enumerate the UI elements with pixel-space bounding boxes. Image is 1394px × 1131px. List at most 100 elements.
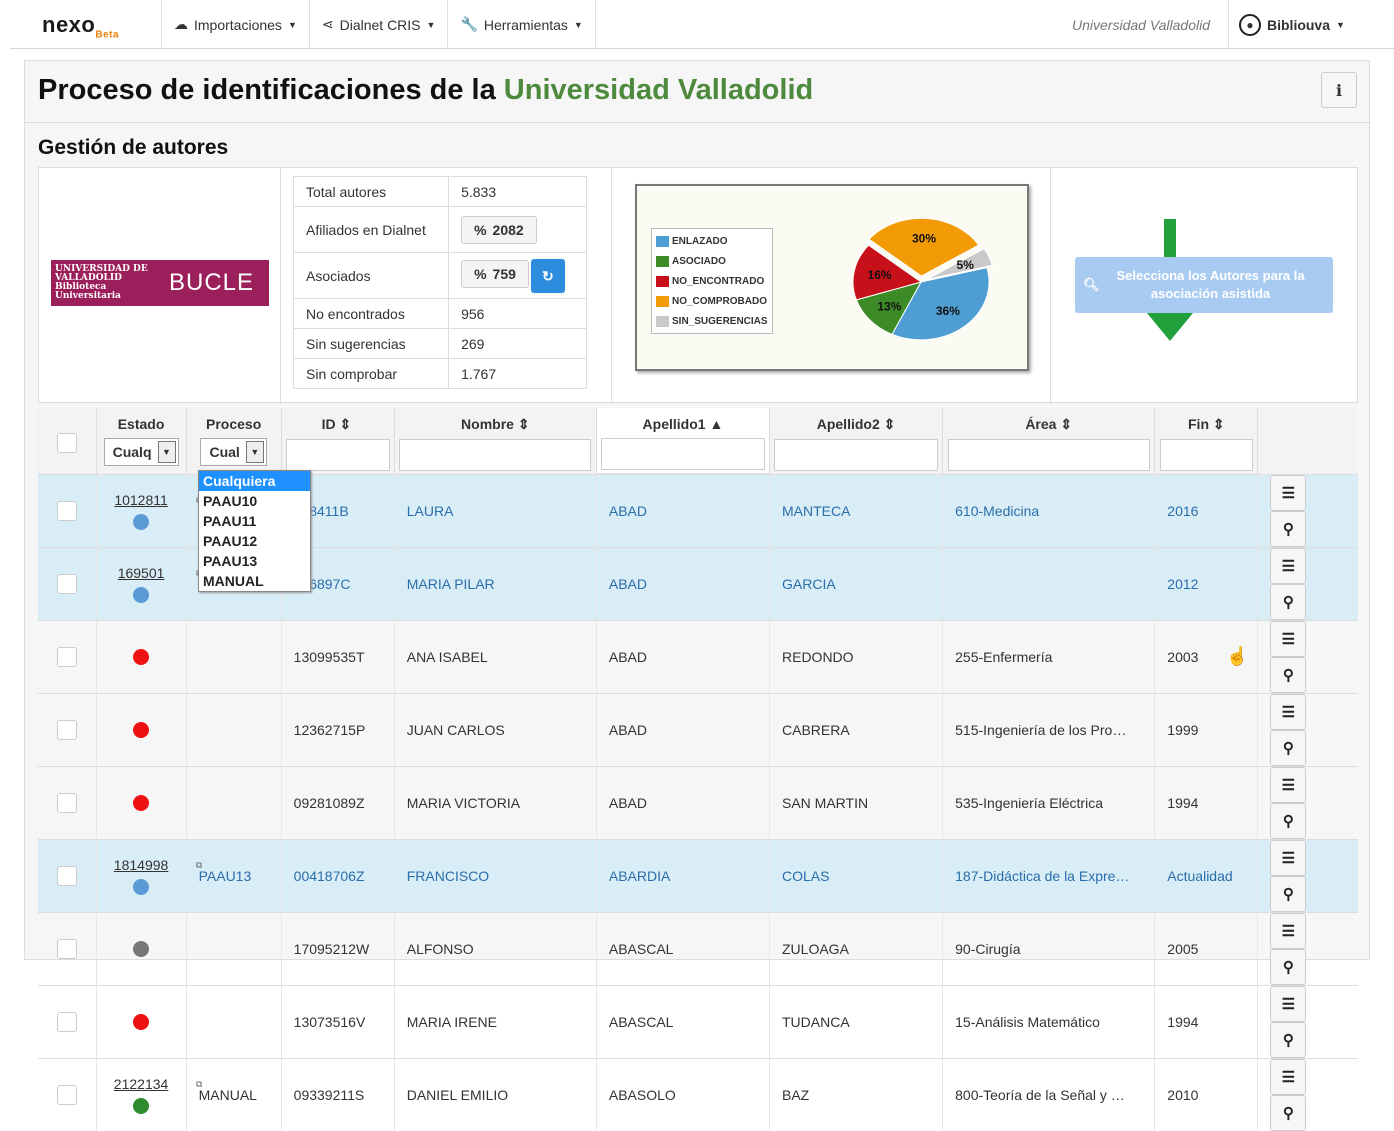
nombre-filter-input[interactable]	[399, 439, 592, 471]
list-icon-button[interactable]: ☰	[1270, 693, 1307, 730]
search-icon-button[interactable]: ⚲	[1270, 583, 1307, 620]
table-row[interactable]: 09281089Z MARIA VICTORIA ABAD SAN MARTIN 535…	[38, 765, 1358, 839]
dropdown-option[interactable]: Cualquiera	[199, 471, 310, 491]
fin-cell: 2010	[1154, 1057, 1258, 1131]
row-checkbox[interactable]	[56, 1011, 77, 1032]
estado-link[interactable]: 2122134	[109, 1076, 174, 1092]
area-cell: 515-Ingeniería de los Pro…	[942, 692, 1155, 766]
nav-herramientas[interactable]: 🔧 Herramientas ▼	[447, 0, 596, 49]
proceso-filter-select[interactable]: Cual ▼	[200, 438, 267, 466]
id-cell: 17095212W	[280, 911, 395, 985]
actions-cell: ☰⚲	[1257, 473, 1358, 547]
search-icon-button[interactable]: ⚲	[1270, 729, 1307, 766]
apellido1-cell: ABAD	[595, 619, 770, 693]
asociados-badge[interactable]: % 759	[461, 260, 529, 289]
select-all-checkbox[interactable]	[56, 433, 77, 453]
nav-importaciones[interactable]: ☁ Importaciones ▼	[161, 0, 309, 49]
proceso-dropdown-list: Cualquiera PAAU10 PAAU11 PAAU12 PAAU13 MANUAL	[198, 470, 311, 592]
dropdown-option[interactable]: MANUAL	[199, 571, 310, 591]
area-cell: 187-Didáctica de la Expre…	[942, 838, 1155, 912]
row-checkbox[interactable]	[56, 865, 77, 886]
search-icon-button[interactable]: ⚲	[1270, 802, 1307, 839]
list-icon-button[interactable]: ☰	[1270, 839, 1307, 876]
estado-link[interactable]: 1814998	[109, 857, 174, 873]
stat-label: Afiliados en Dialnet	[292, 206, 450, 253]
search-icon-button[interactable]: ⚲	[1270, 948, 1307, 985]
id-filter-input[interactable]	[285, 439, 390, 471]
col-apellido1[interactable]: Apellido1 ▲	[597, 416, 769, 432]
list-icon-button[interactable]: ☰	[1270, 912, 1307, 949]
col-estado[interactable]: Estado	[97, 416, 186, 432]
actions-cell: ☰⚲	[1257, 911, 1358, 985]
apellido1-filter-input[interactable]	[600, 438, 765, 470]
external-link-icon: ⧉	[195, 1078, 203, 1089]
area-cell: 610-Medicina	[942, 473, 1155, 547]
col-id[interactable]: ID ⇕	[322, 416, 394, 433]
area-filter-input[interactable]	[947, 439, 1150, 471]
fin-filter-input[interactable]	[1159, 439, 1253, 471]
proceso-cell	[185, 911, 282, 985]
row-checkbox[interactable]	[56, 1084, 77, 1105]
row-checkbox[interactable]	[56, 719, 77, 740]
col-fin[interactable]: Fin ⇕	[1155, 416, 1257, 433]
actions-cell: ☰⚲	[1257, 765, 1358, 839]
search-icon-button[interactable]: ⚲	[1270, 510, 1307, 547]
list-icon-button[interactable]: ☰	[1270, 620, 1307, 657]
table-row[interactable]: 17095212W ALFONSO ABASCAL ZULOAGA 90-Cirugía…	[38, 911, 1358, 985]
estado-link[interactable]: 169501	[109, 565, 174, 581]
dropdown-option[interactable]: PAAU12	[199, 531, 310, 551]
dropdown-option[interactable]: PAAU11	[199, 511, 310, 531]
proceso-cell	[185, 984, 282, 1058]
hand-cursor-icon: ☝	[1226, 646, 1249, 666]
link-icon: %	[474, 221, 487, 238]
user-menu[interactable]: ● Bibliouva ▼	[1228, 0, 1359, 49]
search-icon-button[interactable]: ⚲	[1270, 1021, 1307, 1058]
list-icon-button[interactable]: ☰	[1270, 985, 1307, 1022]
table-row[interactable]: 12362715P JUAN CARLOS ABAD CABRERA 515-Ingen…	[38, 692, 1358, 766]
nombre-cell: DANIEL EMILIO	[393, 1057, 597, 1131]
estado-link[interactable]: 1012811	[109, 492, 174, 508]
row-checkbox[interactable]	[56, 500, 77, 521]
col-proceso[interactable]: Proceso	[187, 416, 281, 432]
dropdown-option[interactable]: PAAU10	[199, 491, 310, 511]
area-cell: 535-Ingeniería Eléctrica	[942, 765, 1155, 839]
row-checkbox[interactable]	[56, 938, 77, 959]
list-icon-button[interactable]: ☰	[1270, 547, 1307, 584]
checkbox-cell	[38, 765, 97, 839]
nombre-cell: LAURA	[393, 473, 597, 547]
status-dot	[133, 878, 150, 895]
brand-logo[interactable]: nexoBeta	[42, 12, 119, 40]
afiliados-badge[interactable]: % 2082	[461, 215, 537, 244]
row-checkbox[interactable]	[56, 792, 77, 813]
checkbox-cell	[38, 473, 97, 547]
row-checkbox[interactable]	[56, 573, 77, 594]
table-row[interactable]: 13099535T ANA ISABEL ABAD REDONDO 255-Enferm…	[38, 619, 1358, 693]
assisted-association-button[interactable]: 🔍︎ Selecciona los Autores para la asociac…	[1075, 257, 1333, 313]
list-icon-button[interactable]: ☰	[1270, 474, 1307, 511]
id-cell: 09339211S	[280, 1057, 395, 1131]
row-checkbox[interactable]	[56, 646, 77, 667]
apellido2-filter-input[interactable]	[774, 439, 939, 471]
search-icon-button[interactable]: ⚲	[1270, 656, 1307, 693]
proceso-cell	[185, 619, 282, 693]
col-apellido2[interactable]: Apellido2 ⇕	[770, 416, 942, 433]
estado-filter-select[interactable]: Cualq ▼	[103, 438, 179, 466]
dropdown-option[interactable]: PAAU13	[199, 551, 310, 571]
search-icon-button[interactable]: ⚲	[1270, 1094, 1307, 1131]
nombre-cell: JUAN CARLOS	[393, 692, 597, 766]
nav-dialnet-cris[interactable]: ⋖ Dialnet CRIS ▼	[308, 0, 448, 49]
table-row[interactable]: 1814998 ⧉ PAAU13 00418706Z FRANCISCO ABARDIA C…	[38, 838, 1358, 912]
table-row[interactable]: 2122134 ⧉ MANUAL 09339211S DANIEL EMILIO ABAS…	[38, 1057, 1358, 1131]
info-button[interactable]: i	[1321, 72, 1357, 108]
list-icon-button[interactable]: ☰	[1270, 1058, 1307, 1095]
col-nombre[interactable]: Nombre ⇕	[395, 416, 596, 433]
nombre-cell: ANA ISABEL	[393, 619, 597, 693]
table-row[interactable]: 13073516V MARIA IRENE ABASCAL TUDANCA 15-Aná…	[38, 984, 1358, 1058]
col-area[interactable]: Área ⇕	[943, 416, 1154, 433]
search-icon-button[interactable]: ⚲	[1270, 875, 1307, 912]
estado-cell: 169501⧉	[95, 546, 202, 620]
divider	[1050, 168, 1051, 404]
apellido1-cell: ABASOLO	[595, 1057, 770, 1131]
list-icon-button[interactable]: ☰	[1270, 766, 1307, 803]
refresh-button[interactable]: ↻	[530, 258, 565, 293]
